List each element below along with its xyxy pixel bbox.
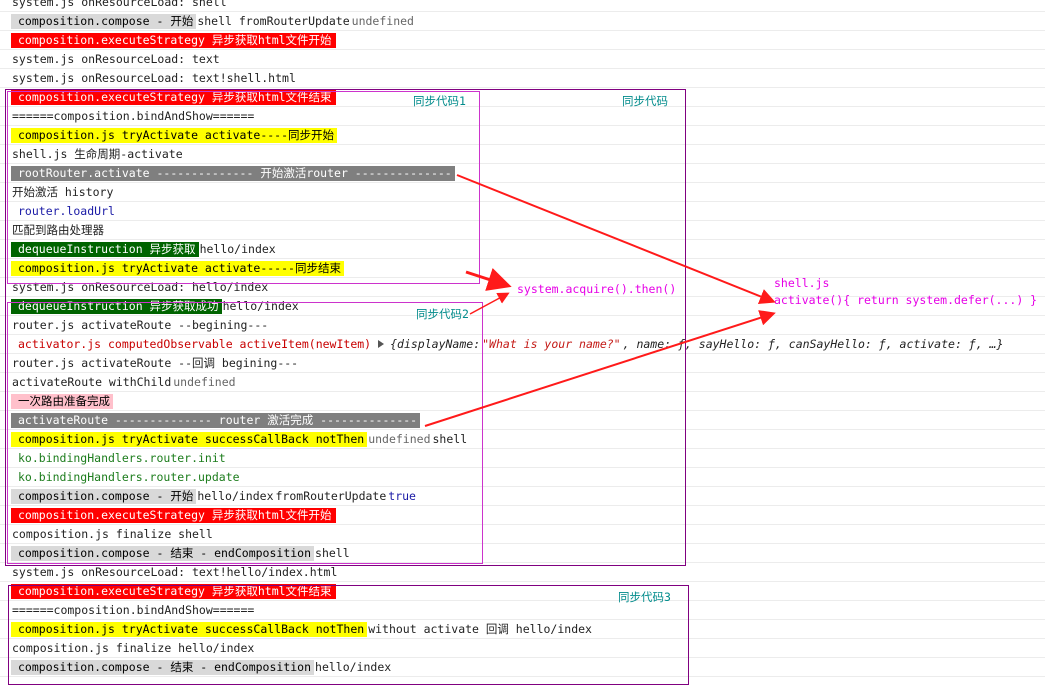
console-line: 匹配到路由处理器 — [0, 221, 1045, 240]
log-text: shell — [432, 432, 468, 446]
log-text: composition.js finalize hello/index — [12, 641, 255, 655]
console-line: ko.bindingHandlers.router.update — [0, 468, 1045, 487]
log-text: ======composition.bindAndShow====== — [12, 109, 255, 123]
console-line: composition.executeStrategy 异步获取html文件开始 — [0, 506, 1045, 525]
console-line: ======composition.bindAndShow====== — [0, 107, 1045, 126]
log-text: ko.bindingHandlers.router.update — [18, 470, 240, 484]
log-text: undefined — [173, 375, 236, 389]
log-text: shell — [315, 546, 350, 560]
log-text: fromRouterUpdate — [275, 489, 387, 503]
log-text: router.js activateRoute --begining--- — [12, 318, 269, 332]
console-line: composition.compose - 结束 - endCompositio… — [0, 658, 1045, 677]
highlighted-log-text: 一次路由准备完成 — [11, 394, 113, 409]
sync-block-3-label: 同步代码3 — [618, 590, 671, 604]
console-line: activateRoute -------------- router 激活完成… — [0, 411, 1045, 430]
console-line: system.js onResourceLoad: text!shell.htm… — [0, 69, 1045, 88]
console-line: system.js onResourceLoad: text — [0, 50, 1045, 69]
log-text: "What is your name?" — [482, 337, 621, 351]
console-line: shell.js 生命周期-activate — [0, 145, 1045, 164]
log-text: without activate 回调 hello/index — [368, 622, 592, 636]
console-line: composition.executeStrategy 异步获取html文件开始 — [0, 31, 1045, 50]
highlighted-log-text: composition.executeStrategy 异步获取html文件结束 — [11, 90, 336, 105]
console-line: composition.compose - 开始 shell fromRoute… — [0, 12, 1045, 31]
log-text: undefined — [351, 14, 414, 28]
highlighted-log-text: composition.executeStrategy 异步获取html文件结束 — [11, 584, 336, 599]
acquire-note: system.acquire().then() — [517, 282, 677, 296]
log-text: system.js onResourceLoad: text — [12, 52, 220, 66]
log-text: 匹配到路由处理器 — [12, 223, 104, 237]
highlighted-log-text: composition.compose - 结束 - endCompositio… — [11, 546, 315, 561]
console-line: ======composition.bindAndShow====== — [0, 601, 1045, 620]
highlighted-log-text: composition.compose - 开始 — [11, 489, 197, 504]
log-text: router.loadUrl — [18, 204, 115, 218]
log-text: 开始激活 history — [12, 185, 114, 199]
log-text: shell.js 生命周期-activate — [12, 147, 183, 161]
highlighted-log-text: composition.executeStrategy 异步获取html文件开始 — [11, 33, 336, 48]
console-line: activator.js computedObservable activeIt… — [0, 335, 1045, 354]
console-line: router.js activateRoute --回调 begining--- — [0, 354, 1045, 373]
log-text: hello/index — [222, 299, 299, 313]
log-text: system.js onResourceLoad: shell — [12, 0, 227, 9]
console-line: dequeueInstruction 异步获取 hello/index — [0, 240, 1045, 259]
console-line: composition.compose - 开始 hello/index fro… — [0, 487, 1045, 506]
console-line: composition.executeStrategy 异步获取html文件结束 — [0, 582, 1045, 601]
log-text: true — [388, 489, 416, 503]
console-line: ko.bindingHandlers.router.init — [0, 449, 1045, 468]
console-line: composition.js tryActivate successCallBa… — [0, 620, 1045, 639]
shell-file-note: shell.js — [774, 276, 830, 290]
highlighted-log-text: composition.js tryActivate successCallBa… — [11, 622, 368, 637]
highlighted-log-text: composition.js tryActivate activate----同… — [11, 128, 338, 143]
expand-triangle-icon[interactable] — [378, 340, 385, 348]
log-text: hello/index — [199, 242, 276, 256]
console-line: system.js onResourceLoad: shell — [0, 0, 1045, 12]
log-text: composition.js finalize shell — [12, 527, 213, 541]
log-text: undefined — [368, 432, 431, 446]
sync-block-1-label: 同步代码1 — [413, 94, 466, 108]
log-text: system.js onResourceLoad: text!hello/ind… — [12, 565, 338, 579]
highlighted-log-text: composition.compose - 开始 — [11, 14, 197, 29]
console-line: composition.compose - 结束 - endCompositio… — [0, 544, 1045, 563]
sync-block-2-label: 同步代码2 — [416, 307, 469, 321]
log-text: system.js onResourceLoad: hello/index — [12, 280, 269, 294]
console-line: activateRoute withChild undefined — [0, 373, 1045, 392]
console-line: 开始激活 history — [0, 183, 1045, 202]
highlighted-log-text: composition.compose - 结束 - endCompositio… — [11, 660, 315, 675]
console-line: router.js activateRoute --begining--- — [0, 316, 1045, 335]
log-text: system.js onResourceLoad: text!shell.htm… — [12, 71, 296, 85]
console-line: 一次路由准备完成 — [0, 392, 1045, 411]
shell-activate-note: activate(){ return system.defer(...) } — [774, 293, 1038, 307]
console-line: composition.js finalize hello/index — [0, 639, 1045, 658]
sync-block-outer-label: 同步代码 — [622, 94, 668, 108]
console-line: composition.js tryActivate activate-----… — [0, 259, 1045, 278]
highlighted-log-text: composition.executeStrategy 异步获取html文件开始 — [11, 508, 336, 523]
log-text: {displayName: — [390, 337, 481, 351]
log-text: hello/index — [315, 660, 392, 674]
log-text: ======composition.bindAndShow====== — [12, 603, 255, 617]
console-line: composition.js finalize shell — [0, 525, 1045, 544]
highlighted-log-text: composition.js tryActivate successCallBa… — [11, 432, 368, 447]
log-text: , name: ƒ, sayHello: ƒ, canSayHello: ƒ, … — [622, 337, 1004, 351]
highlighted-log-text: composition.js tryActivate activate-----… — [11, 261, 344, 276]
highlighted-log-text: rootRouter.activate -------------- 开始激活r… — [11, 166, 455, 181]
console-line: composition.js tryActivate activate----同… — [0, 126, 1045, 145]
log-text: activateRoute withChild — [12, 375, 172, 389]
console-line: rootRouter.activate -------------- 开始激活r… — [0, 164, 1045, 183]
log-text: ko.bindingHandlers.router.init — [18, 451, 226, 465]
console-line: router.loadUrl — [0, 202, 1045, 221]
highlighted-log-text: activateRoute -------------- router 激活完成… — [11, 413, 421, 428]
highlighted-log-text: dequeueInstruction 异步获取成功 — [11, 299, 222, 314]
log-text: hello/index — [197, 489, 274, 503]
log-text: activator.js computedObservable activeIt… — [18, 337, 372, 351]
log-text: router.js activateRoute --回调 begining--- — [12, 356, 299, 370]
highlighted-log-text: dequeueInstruction 异步获取 — [11, 242, 199, 257]
console-line: composition.executeStrategy 异步获取html文件结束 — [0, 88, 1045, 107]
log-text: shell fromRouterUpdate — [197, 14, 350, 28]
console-line: composition.js tryActivate successCallBa… — [0, 430, 1045, 449]
console-line: system.js onResourceLoad: text!hello/ind… — [0, 563, 1045, 582]
